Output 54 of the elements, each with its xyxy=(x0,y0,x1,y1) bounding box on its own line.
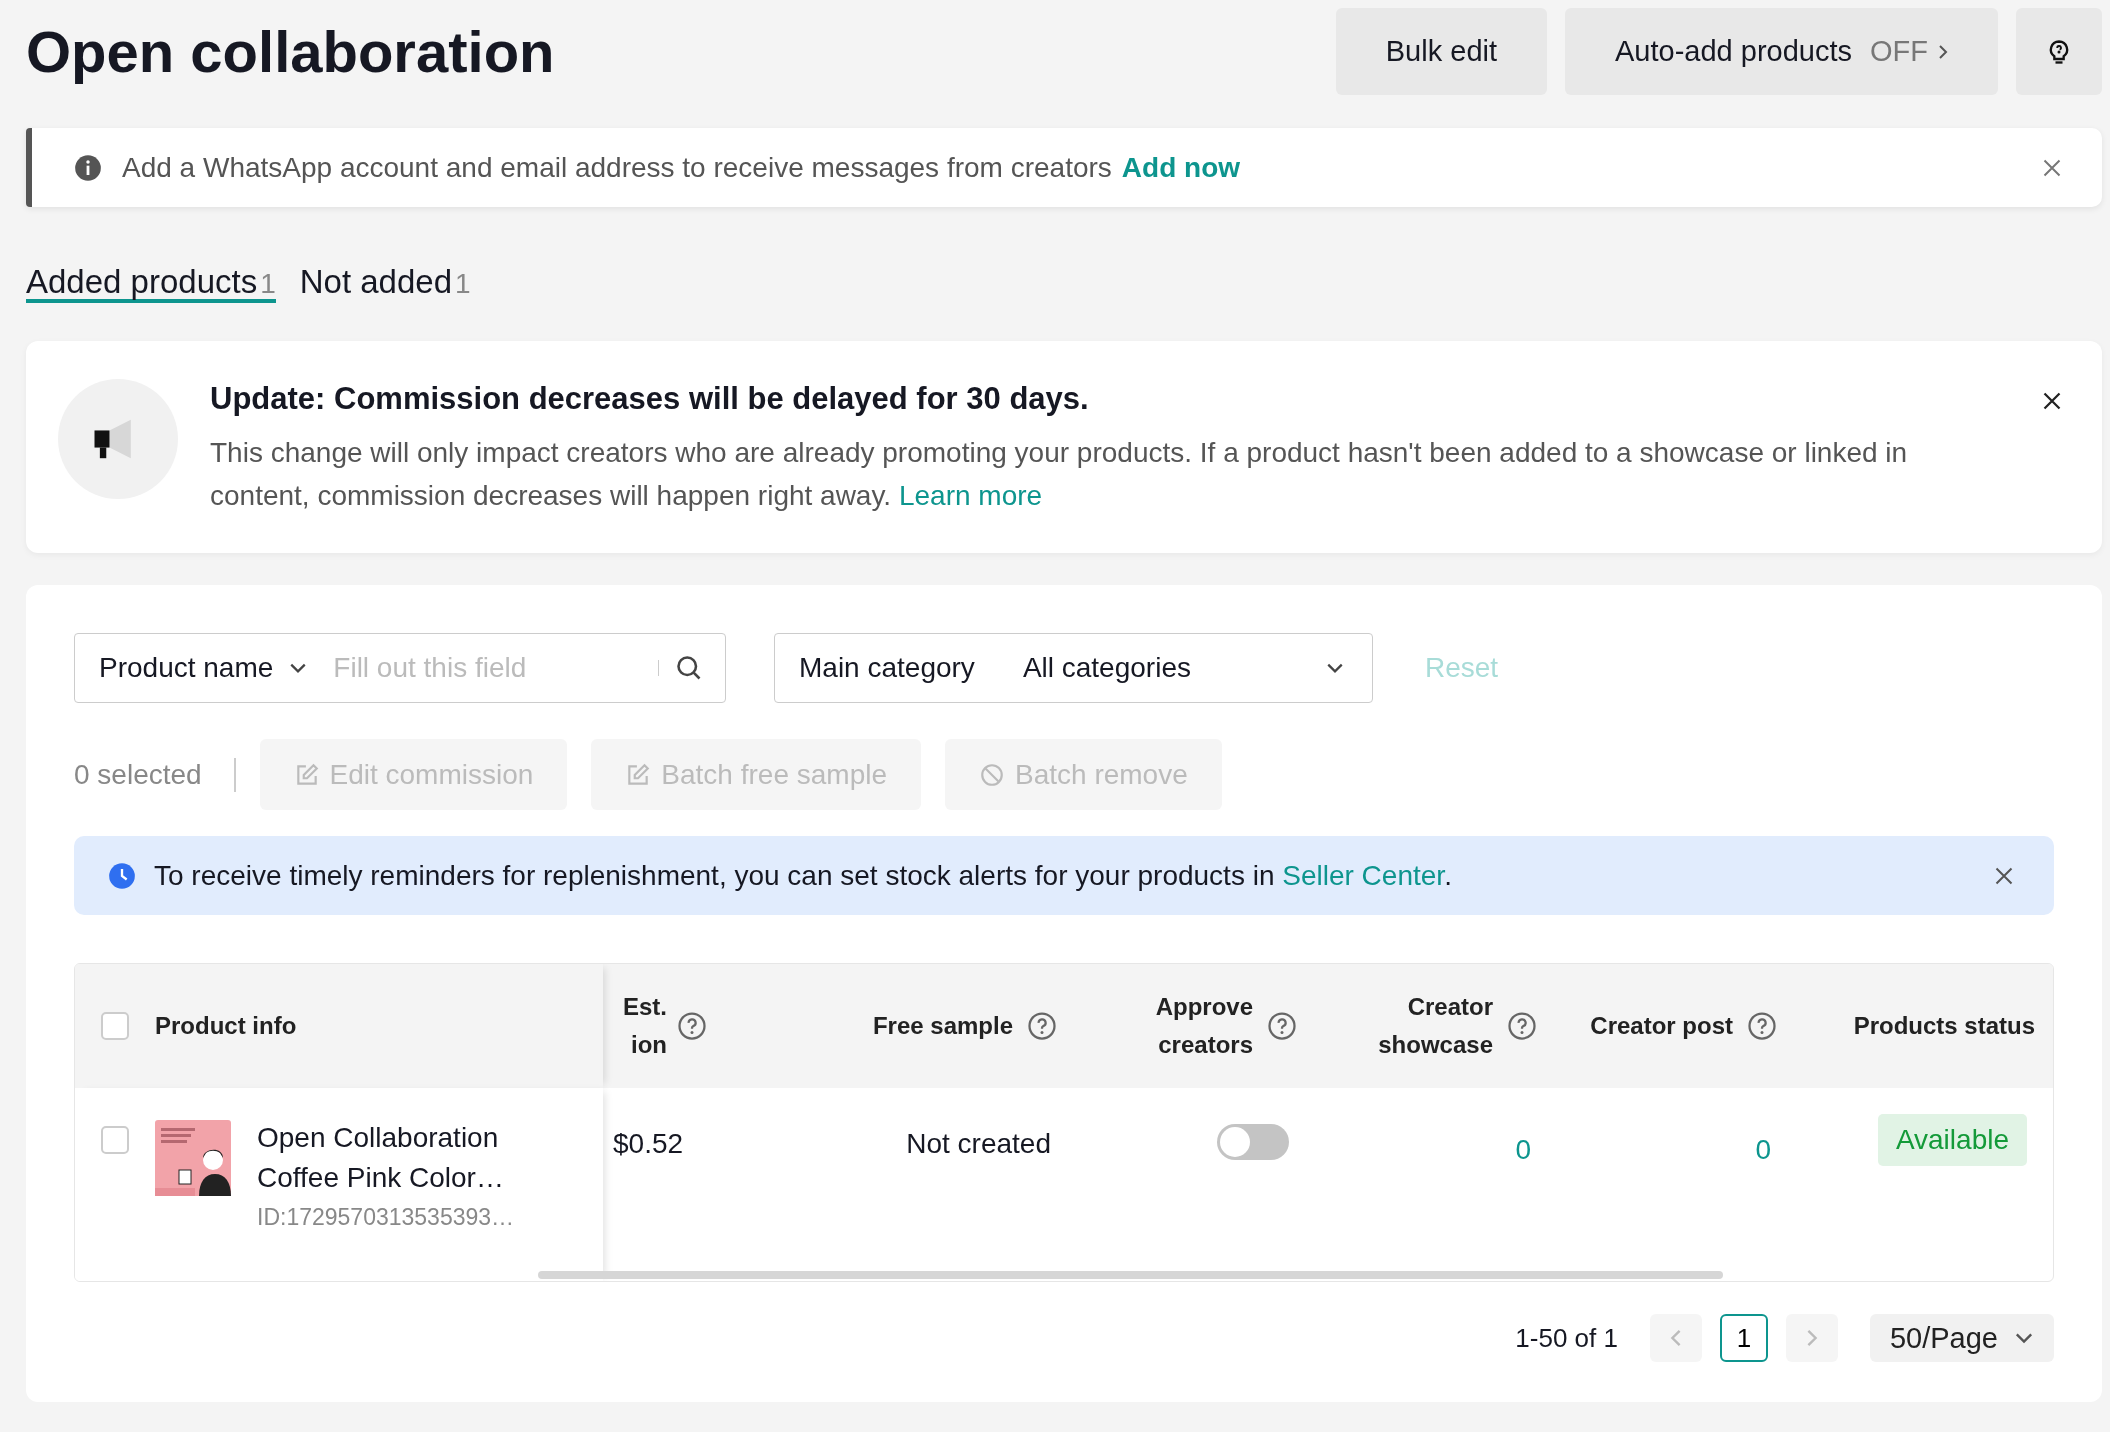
column-header: Products status xyxy=(1853,1011,2035,1041)
info-icon xyxy=(74,153,102,182)
checkbox[interactable] xyxy=(101,1012,129,1040)
update-title: Update: Commission decreases will be delayed for 30 days. xyxy=(210,381,1090,417)
page-button[interactable]: 1 xyxy=(1719,1314,1768,1362)
column-header: Est. ion xyxy=(623,992,667,1060)
search-icon[interactable] xyxy=(675,654,703,682)
help-icon[interactable] xyxy=(1267,1011,1297,1041)
chevron-right-icon xyxy=(1938,43,1948,60)
count-link[interactable]: 0 xyxy=(1755,1130,1771,1170)
help-icon[interactable] xyxy=(1027,1011,1057,1041)
scrollbar[interactable] xyxy=(538,1271,1723,1279)
chevron-left-icon xyxy=(1669,1328,1682,1348)
chevron-right-icon xyxy=(1805,1328,1818,1348)
bulk-edit-button[interactable]: Bulk edit xyxy=(1335,8,1547,95)
notice-text: Add a WhatsApp account and email address to receive messages from creators xyxy=(122,151,1112,184)
product-name[interactable]: Open Collaboration Coffee Pink Color… xyxy=(257,1118,515,1198)
close-icon[interactable] xyxy=(1994,865,2014,886)
count-link[interactable]: 0 xyxy=(1515,1130,1531,1170)
clock-icon xyxy=(108,861,136,890)
product-id: ID:1729570313535393… xyxy=(257,1204,515,1231)
column-header: Approve creators xyxy=(1155,992,1253,1060)
help-icon[interactable] xyxy=(1747,1011,1777,1041)
column-header: Free sample xyxy=(872,1011,1013,1041)
auto-add-button[interactable]: Auto-add products OFF xyxy=(1565,8,1998,95)
learn-more-link[interactable]: Learn more xyxy=(898,480,1043,511)
table-cell-text: Not created xyxy=(906,1127,1051,1161)
help-icon[interactable] xyxy=(1507,1011,1537,1041)
add-now-link[interactable]: Add now xyxy=(1121,151,1241,184)
column-header: Creator post xyxy=(1590,1011,1733,1041)
page-size-select[interactable]: 50/Page xyxy=(1869,1314,2054,1362)
close-icon[interactable] xyxy=(2042,391,2062,411)
chevron-down-icon xyxy=(1326,662,1344,674)
chevron-down-icon xyxy=(2014,1332,2034,1344)
ban-icon xyxy=(979,761,1005,788)
edit-icon xyxy=(625,761,652,788)
field-type-dropdown[interactable]: Product name xyxy=(99,652,274,684)
column-header: Creator showcase xyxy=(1378,992,1493,1060)
status-badge: Available xyxy=(1877,1114,2027,1166)
help-button[interactable] xyxy=(2016,8,2102,95)
help-icon[interactable] xyxy=(677,1011,707,1041)
update-text: This change will only impact creators who are already promoting your products. If a product hasn't been added to a showcase or linked in content, commission decreases will happen right away. Learn more xyxy=(210,436,1909,513)
selected-count: 0 selected xyxy=(74,758,203,791)
toggle-switch[interactable] xyxy=(1217,1124,1289,1160)
chevron-down-icon xyxy=(289,662,308,674)
category-select[interactable]: Main category All categories xyxy=(774,633,1373,703)
alert-text: To receive timely reminders for replenishment, you can set stock alerts for your products in Seller Center. xyxy=(154,859,1452,892)
tab[interactable]: Not added 1 xyxy=(299,247,471,303)
page-title: Open collaboration xyxy=(26,18,555,85)
column-header: Product info xyxy=(155,1011,297,1041)
table-cell-text: $0.52 xyxy=(613,1127,684,1161)
page-range: 1-50 of 1 xyxy=(1515,1322,1618,1354)
tab[interactable]: Added products 1 xyxy=(26,247,276,303)
checkbox[interactable] xyxy=(101,1126,129,1154)
